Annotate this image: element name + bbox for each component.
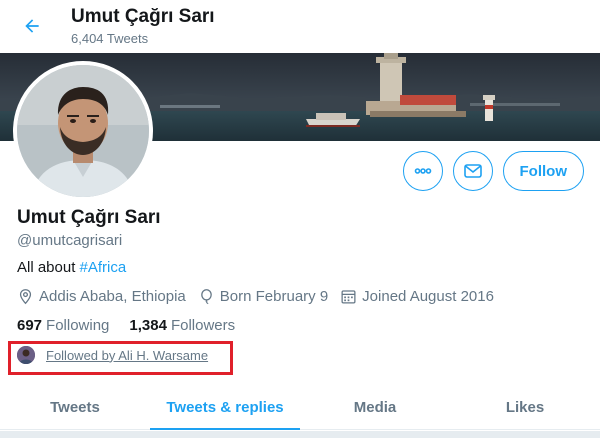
message-button[interactable] [452, 151, 493, 191]
tab-tweets-replies[interactable]: Tweets & replies [150, 385, 300, 430]
back-button[interactable] [14, 8, 50, 44]
profile-bio: All about #Africa [17, 259, 126, 276]
tab-likes[interactable]: Likes [450, 385, 600, 429]
tab-media[interactable]: Media [300, 385, 450, 429]
highlight-annotation [8, 341, 233, 375]
followers-label: Followers [170, 317, 236, 334]
back-arrow-icon [25, 19, 39, 33]
profile-stats: 697 Following 1,384 Followers [17, 317, 255, 334]
tweet-count: 6,404 Tweets [71, 31, 149, 46]
profile-actions: Follow [402, 151, 584, 191]
header-name: Umut Çağrı Sarı [71, 6, 215, 27]
birthday-item: Born February 9 [198, 288, 328, 305]
joined-text: Joined August 2016 [362, 288, 494, 305]
balloon-icon [200, 289, 212, 305]
calendar-icon [341, 290, 356, 304]
profile-avatar[interactable] [13, 61, 153, 201]
divider [0, 431, 600, 438]
joined-item: Joined August 2016 [340, 288, 494, 305]
profile-meta: Addis Ababa, Ethiopia Born February 9 Jo… [17, 288, 506, 305]
avatar-photo [17, 65, 149, 197]
following-link[interactable]: 697 Following [17, 317, 109, 334]
bio-text: All about [17, 259, 80, 276]
more-options-button[interactable] [402, 151, 443, 191]
profile-header: Umut Çağrı Sarı 6,404 Tweets [0, 0, 600, 53]
profile-name: Umut Çağrı Sarı [17, 207, 161, 228]
profile-handle: @umutcagrisari [17, 232, 123, 249]
more-icon [414, 168, 431, 174]
profile-tabs: Tweets Tweets & replies Media Likes [0, 385, 600, 430]
location-text: Addis Ababa, Ethiopia [39, 288, 186, 305]
followers-link[interactable]: 1,384 Followers [129, 317, 235, 334]
location-pin-icon [19, 289, 32, 305]
envelope-icon [463, 164, 482, 178]
bio-hashtag-link[interactable]: #Africa [80, 259, 127, 276]
birthday-text: Born February 9 [219, 288, 329, 305]
tab-tweets[interactable]: Tweets [0, 385, 150, 429]
following-count: 697 [17, 317, 43, 334]
location-item: Addis Ababa, Ethiopia [17, 288, 186, 305]
followers-count: 1,384 [129, 317, 167, 334]
following-label: Following [46, 317, 110, 334]
follow-button[interactable]: Follow [502, 151, 584, 191]
